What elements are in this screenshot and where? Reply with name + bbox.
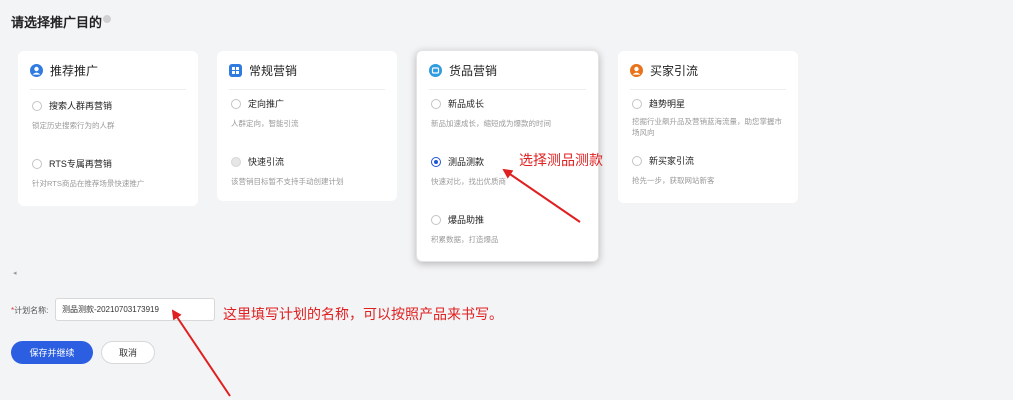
annotation-arrows <box>171 168 581 397</box>
annotation-arrow <box>502 168 581 223</box>
annotation-arrow <box>171 309 231 397</box>
